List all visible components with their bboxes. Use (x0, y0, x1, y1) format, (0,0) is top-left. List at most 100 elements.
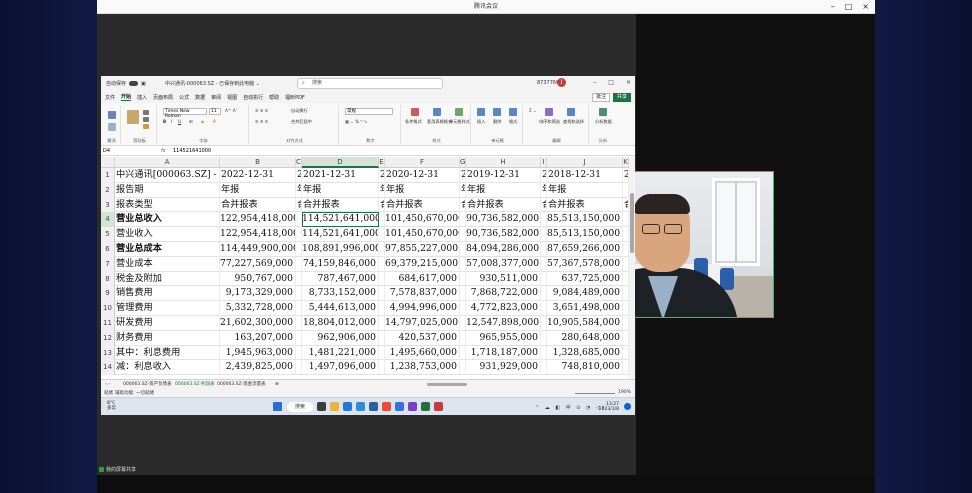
cell-b12[interactable]: 163,207,000 (220, 330, 296, 346)
cell-styles-icon[interactable] (455, 108, 463, 116)
horizontal-scrollbar[interactable] (427, 383, 467, 386)
cell-j11[interactable]: 10,905,584,000 (547, 315, 623, 331)
cell-f11[interactable]: 14,797,025,000 (385, 315, 460, 331)
cell-b14[interactable]: 2,439,825,000 (220, 360, 296, 376)
spreadsheet-grid[interactable]: A B C D E F G H I J K 1 中兴通讯[000063.SZ] -… (101, 157, 635, 379)
cell-styles-label[interactable]: 单元格样式 (449, 119, 470, 125)
cell-d4[interactable]: 114,521,641,000 (302, 212, 379, 228)
row-header[interactable]: 3 (101, 197, 115, 213)
cell-j2[interactable]: 年报 (547, 182, 623, 198)
vertical-scrollbar[interactable] (629, 157, 635, 379)
cell-b1[interactable]: 2022-12-31 (220, 168, 296, 183)
cell-j8[interactable]: 637,725,000 (547, 271, 623, 287)
cell-d8[interactable]: 787,467,000 (302, 271, 379, 287)
cell-a5[interactable]: 营业收入 (115, 227, 220, 242)
find-select-icon[interactable] (567, 108, 575, 116)
border-icon[interactable]: ⊞ (189, 119, 193, 124)
row-header[interactable]: 12 (101, 330, 115, 346)
wrap-text-button[interactable]: 自动换行 (291, 108, 308, 114)
cut-icon[interactable] (143, 110, 149, 115)
tab-foxit-pdf[interactable]: 福昕PDF (285, 94, 305, 101)
clock[interactable]: 13:27 2023/1/8 (599, 402, 619, 412)
tab-data[interactable]: 数据 (195, 94, 205, 101)
cell-a7[interactable]: 营业成本 (115, 256, 220, 272)
column-header-a[interactable]: A (115, 157, 220, 168)
cell-h1[interactable]: 2019-12-31 (466, 168, 541, 183)
paste-icon[interactable] (127, 110, 139, 124)
cell-f3[interactable]: 合并报表 (385, 197, 460, 213)
cell-j4[interactable]: 85,513,150,000 (547, 212, 623, 228)
cell-f12[interactable]: 420,537,000 (385, 330, 460, 346)
analyze-data-icon[interactable] (599, 108, 607, 116)
app-icon[interactable] (434, 402, 443, 411)
font-size-select[interactable]: 11 (209, 108, 221, 115)
cell-f7[interactable]: 69,379,215,000 (385, 256, 460, 272)
row-header[interactable]: 5 (101, 227, 115, 242)
row-header[interactable]: 1 (101, 168, 115, 183)
search-input[interactable]: ⌕ 搜索 (297, 78, 443, 89)
cell-j12[interactable]: 280,648,000 (547, 330, 623, 346)
cell-f2[interactable]: 年报 (385, 182, 460, 198)
task-view-icon[interactable] (317, 402, 326, 411)
cell-j1[interactable]: 2018-12-31 (547, 168, 623, 183)
add-sheet-icon[interactable]: ⊕ (275, 381, 279, 388)
app-icon[interactable] (369, 402, 378, 411)
taskbar-search[interactable]: 搜索 (287, 402, 313, 412)
column-header-d[interactable]: D (302, 157, 379, 168)
number-format-select[interactable]: 常规 (345, 108, 393, 115)
cell-d14[interactable]: 1,497,096,000 (302, 360, 379, 376)
cell-d6[interactable]: 108,891,996,000 (302, 241, 379, 257)
cell-f8[interactable]: 684,617,000 (385, 271, 460, 287)
underline-icon[interactable]: U (178, 119, 181, 124)
find-select-label[interactable]: 查找和选择 (563, 119, 584, 125)
cell-h3[interactable]: 合并报表 (466, 197, 541, 213)
tab-file[interactable]: 文件 (105, 94, 115, 101)
cell-a1[interactable]: 中兴通讯[000063.SZ] - 利 (115, 168, 220, 183)
sheet-nav-icon[interactable]: ‹ › (105, 381, 110, 388)
insert-cells-icon[interactable] (477, 108, 485, 116)
cell-b11[interactable]: 21,602,300,000 (220, 315, 296, 331)
notification-icon[interactable] (624, 403, 631, 410)
cell-h4[interactable]: 90,736,582,000 (466, 212, 541, 228)
row-header[interactable]: 14 (101, 360, 115, 376)
align-top-icon[interactable]: ≡ ≡ ≡ (255, 108, 268, 113)
cell-b4[interactable]: 122,954,418,000 (220, 212, 296, 228)
file-explorer-icon[interactable] (330, 402, 339, 411)
app-icon[interactable] (356, 402, 365, 411)
sheet-tab-cashflow[interactable]: 000063.SZ-现金流量表 (217, 381, 266, 388)
cell-b10[interactable]: 5,332,728,000 (220, 301, 296, 316)
delete-cells-icon[interactable] (493, 108, 501, 116)
chrome-icon[interactable] (382, 402, 391, 411)
tray-icons[interactable]: ⌃ ☁ ◧ 中 ⊙ ◔ ◁) (535, 404, 606, 411)
document-name[interactable]: 中兴通讯-000063.SZ - 已保存到此电脑 ⌄ (165, 80, 260, 87)
format-label[interactable]: 格式 (509, 119, 517, 125)
zoom-level[interactable]: 190% (618, 390, 631, 395)
zoom-slider[interactable] (575, 393, 615, 394)
insert-label[interactable]: 插入 (477, 119, 485, 125)
format-cells-icon[interactable] (509, 108, 517, 116)
format-painter-icon[interactable] (143, 124, 149, 129)
cell-h10[interactable]: 4,772,823,000 (466, 301, 541, 316)
tab-review[interactable]: 审阅 (211, 94, 221, 101)
cell-j14[interactable]: 748,810,000 (547, 360, 623, 376)
cell-b2[interactable]: 年报 (220, 182, 296, 198)
cell-d12[interactable]: 962,906,000 (302, 330, 379, 346)
cell-a8[interactable]: 税金及附加 (115, 271, 220, 287)
edge-icon[interactable] (343, 402, 352, 411)
cell-j10[interactable]: 3,651,498,000 (547, 301, 623, 316)
sort-filter-label[interactable]: 排序和筛选 (539, 119, 560, 125)
cell-h12[interactable]: 965,955,000 (466, 330, 541, 346)
tab-insert[interactable]: 插入 (137, 94, 147, 101)
excel-icon[interactable] (421, 402, 430, 411)
percent-icon[interactable]: ▦ ⌄ % ⁹ ⁰₀ (345, 119, 367, 124)
cell-f4[interactable]: 101,450,670,000 (385, 212, 460, 228)
cell-d2[interactable]: 年报 (302, 182, 379, 198)
cell-a10[interactable]: 管理费用 (115, 301, 220, 316)
cell-a2[interactable]: 报告期 (115, 182, 220, 198)
sheet-tab-balance[interactable]: 000063.SZ-资产负债表 (123, 381, 172, 388)
account-name[interactable]: 8737766 (537, 80, 559, 86)
redo-icon[interactable] (108, 123, 116, 131)
minimize-button[interactable]: – (593, 79, 596, 86)
cell-d1[interactable]: 2021-12-31 (302, 168, 379, 183)
analyze-data-label[interactable]: 分析数据 (595, 119, 612, 125)
